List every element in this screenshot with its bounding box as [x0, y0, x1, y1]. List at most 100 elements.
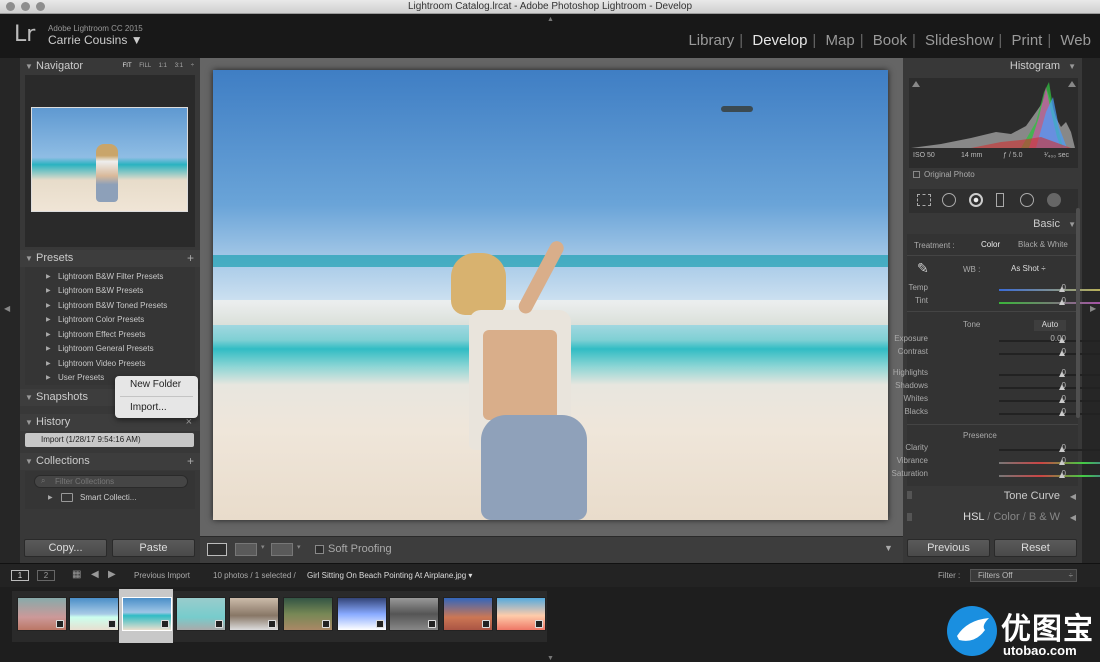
preset-folder[interactable]: Lightroom Video Presets — [58, 359, 145, 368]
slider-track[interactable] — [999, 299, 1100, 305]
preset-folder[interactable]: Lightroom B&W Toned Presets — [58, 301, 167, 310]
preset-folder[interactable]: Lightroom General Presets — [58, 344, 154, 353]
zoom-fit[interactable]: FIT — [123, 63, 132, 69]
before-after-icon[interactable] — [235, 543, 257, 556]
slider-track[interactable] — [999, 446, 1100, 452]
right-panel-scrollbar[interactable] — [1076, 208, 1080, 418]
slider-value[interactable]: 0 — [1062, 394, 1066, 403]
selected-filename[interactable]: Girl Sitting On Beach Pointing At Airpla… — [307, 571, 472, 580]
identity-user[interactable]: Carrie Cousins ▼ — [48, 33, 143, 47]
slider-track[interactable] — [999, 459, 1100, 465]
main-photo[interactable] — [213, 70, 888, 520]
slider-track[interactable] — [999, 410, 1100, 416]
slider-value[interactable]: 0 — [1062, 368, 1066, 377]
panel-switch-icon[interactable] — [907, 513, 912, 521]
secondary-window-button[interactable]: 2 — [37, 570, 55, 581]
slider-value[interactable]: 0 — [1062, 469, 1066, 478]
reset-button[interactable]: Reset — [994, 539, 1077, 557]
copy-settings-button[interactable]: Copy... — [24, 539, 107, 557]
collapse-left-panel-icon[interactable]: ◀ — [4, 304, 10, 313]
slider-track[interactable] — [999, 397, 1100, 403]
filmstrip-thumbnail[interactable] — [496, 597, 546, 631]
slider-value[interactable]: 0.00 — [1050, 334, 1066, 343]
module-book[interactable]: Book — [871, 32, 909, 49]
yy-compare-icon[interactable] — [271, 543, 293, 556]
preset-folder[interactable]: Lightroom B&W Filter Presets — [58, 272, 163, 281]
chevron-down-icon[interactable]: ▾ — [261, 543, 265, 551]
navigator-thumbnail[interactable] — [31, 107, 188, 212]
slider-value[interactable]: 0 — [1062, 347, 1066, 356]
filmstrip-thumbnail[interactable] — [443, 597, 493, 631]
filmstrip-thumbnail[interactable] — [389, 597, 439, 631]
slider-track[interactable] — [999, 350, 1100, 356]
filmstrip-thumbnail[interactable] — [176, 597, 226, 631]
filmstrip-thumbnail[interactable] — [69, 597, 119, 631]
slider-value[interactable]: 0 — [1062, 381, 1066, 390]
slider-value[interactable]: 0 — [1062, 456, 1066, 465]
menu-item-new-folder[interactable]: New Folder — [130, 379, 181, 390]
white-balance-picker-icon[interactable]: ✎ — [917, 260, 935, 278]
expand-arrow-icon[interactable]: ▶ — [46, 345, 51, 352]
treatment-bw-option[interactable]: Black & White — [1018, 240, 1068, 249]
auto-tone-button[interactable]: Auto — [1034, 320, 1066, 331]
hsl-header[interactable]: HSL / Color / B & W ◀ — [903, 509, 1082, 526]
collapse-top-panel-icon[interactable]: ▲ — [547, 16, 554, 23]
expand-arrow-icon[interactable]: ▶ — [48, 494, 53, 501]
module-library[interactable]: Library — [686, 32, 736, 49]
slider-track[interactable] — [999, 472, 1100, 478]
preset-folder-user[interactable]: User Presets — [58, 373, 104, 382]
expand-arrow-icon[interactable]: ▶ — [46, 316, 51, 323]
histogram-header[interactable]: Histogram ▼ — [903, 58, 1082, 75]
slider-track[interactable] — [999, 286, 1100, 292]
soft-proofing-checkbox[interactable] — [315, 545, 324, 554]
basic-header[interactable]: Basic ▼ — [903, 216, 1082, 233]
navigator-header[interactable]: ▼ Navigator FIT FILL 1:1 3:1 ÷ — [20, 58, 200, 75]
panel-switch-icon[interactable] — [907, 491, 912, 499]
collections-header[interactable]: ▼ Collections + — [20, 453, 200, 470]
filmstrip-thumbnail-selected[interactable] — [122, 597, 172, 631]
filmstrip-thumbnail[interactable] — [283, 597, 333, 631]
module-develop[interactable]: Develop — [750, 32, 809, 49]
collapse-right-panel-icon[interactable]: ▶ — [1090, 304, 1096, 313]
slider-value[interactable]: 0 — [1062, 283, 1066, 292]
filmstrip-thumbnail[interactable] — [17, 597, 67, 631]
presets-header[interactable]: ▼ Presets + — [20, 250, 200, 267]
module-web[interactable]: Web — [1058, 32, 1093, 49]
forward-arrow-icon[interactable]: ▶ — [108, 569, 116, 580]
menu-item-import[interactable]: Import... — [130, 402, 167, 413]
main-window-button[interactable]: 1 — [11, 570, 29, 581]
expand-arrow-icon[interactable]: ▶ — [46, 374, 51, 381]
module-print[interactable]: Print — [1010, 32, 1045, 49]
collections-search-input[interactable]: ⌕ Filter Collections — [34, 475, 188, 488]
collection-set[interactable]: Smart Collecti... — [80, 493, 136, 502]
slider-value[interactable]: 0 — [1062, 407, 1066, 416]
slider-value[interactable]: 0 — [1062, 443, 1066, 452]
shadow-clipping-icon[interactable] — [912, 81, 920, 87]
chevron-down-icon[interactable]: ▾ — [297, 543, 301, 551]
module-map[interactable]: Map — [824, 32, 857, 49]
preset-folder[interactable]: Lightroom Color Presets — [58, 315, 144, 324]
adjustment-brush-icon[interactable] — [1047, 193, 1061, 207]
add-preset-icon[interactable]: + — [187, 250, 194, 267]
paste-settings-button[interactable]: Paste — [112, 539, 195, 557]
radial-filter-icon[interactable] — [1020, 193, 1034, 207]
zoom-1-1[interactable]: 1:1 — [159, 63, 167, 69]
wb-dropdown[interactable]: As Shot ÷ — [1011, 264, 1046, 273]
filmstrip-thumbnail[interactable] — [337, 597, 387, 631]
module-slideshow[interactable]: Slideshow — [923, 32, 995, 49]
back-arrow-icon[interactable]: ◀ — [91, 569, 99, 580]
grid-view-icon[interactable]: ▦ — [72, 569, 81, 580]
zoom-3-1[interactable]: 3:1 ÷ — [175, 63, 194, 69]
treatment-color-option[interactable]: Color — [981, 240, 1000, 249]
expand-arrow-icon[interactable]: ▶ — [46, 331, 51, 338]
navigator-zoom-options[interactable]: FIT FILL 1:1 3:1 ÷ — [123, 58, 194, 75]
expand-arrow-icon[interactable]: ▶ — [46, 360, 51, 367]
crop-overlay-icon[interactable] — [917, 194, 931, 206]
tone-curve-header[interactable]: Tone Curve ◀ — [903, 488, 1082, 505]
filmstrip-thumbnail[interactable] — [229, 597, 279, 631]
expand-arrow-icon[interactable]: ▶ — [46, 302, 51, 309]
filter-dropdown[interactable]: Filters Off ÷ — [970, 569, 1077, 582]
zoom-fill[interactable]: FILL — [139, 63, 151, 69]
hsl-tab[interactable]: HSL — [963, 511, 984, 523]
filmstrip-source[interactable]: Previous Import — [134, 571, 190, 580]
